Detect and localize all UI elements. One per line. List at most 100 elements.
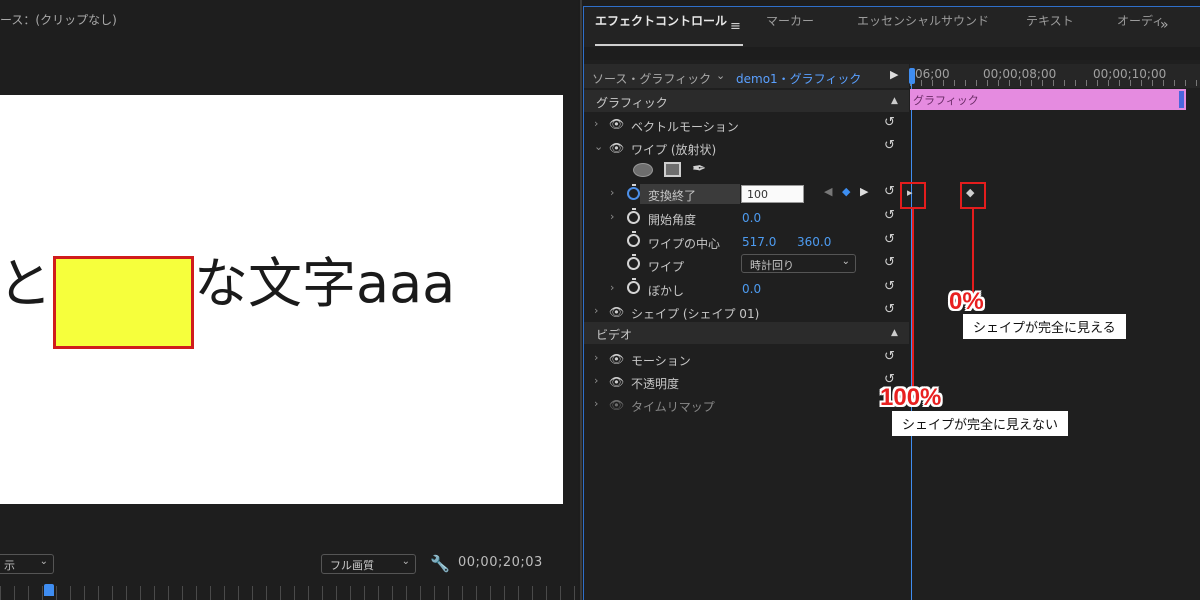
source-name[interactable]: ソース・グラフィック bbox=[592, 70, 711, 87]
effect-vector-motion-label: ベクトルモーション bbox=[631, 120, 739, 134]
effect-wipe-label: ワイプ (放射状) bbox=[631, 143, 717, 157]
wrench-icon[interactable]: 🔧 bbox=[430, 554, 450, 573]
pen-mask-icon[interactable]: ✒ bbox=[692, 159, 706, 179]
reset-icon[interactable]: ↺ bbox=[884, 115, 895, 130]
timeline-playhead[interactable] bbox=[909, 68, 915, 84]
annotation-line-0 bbox=[972, 209, 974, 293]
ruler-ticks bbox=[910, 80, 1200, 86]
display-select[interactable]: 示 ⌄ bbox=[0, 554, 54, 574]
reset-icon[interactable]: ↺ bbox=[884, 138, 895, 153]
canvas-text-before: と bbox=[0, 252, 52, 315]
wipe-center-y-value[interactable]: 360.0 bbox=[797, 235, 831, 249]
monitor-playhead[interactable] bbox=[44, 584, 54, 596]
panel-divider[interactable] bbox=[580, 0, 582, 600]
tab-markers[interactable]: マーカー bbox=[766, 12, 814, 29]
previous-keyframe-icon[interactable]: ◀ bbox=[824, 185, 832, 198]
chevron-right-icon[interactable]: › bbox=[610, 186, 614, 199]
stopwatch-icon[interactable] bbox=[627, 254, 640, 270]
param-wipe-center-label: ワイプの中心 bbox=[648, 237, 721, 251]
wipe-direction-value: 時計回り bbox=[750, 259, 794, 272]
param-transition-end-label: 変換終了 bbox=[648, 189, 697, 203]
chevron-right-icon[interactable]: › bbox=[610, 210, 614, 223]
clip-end-handle[interactable] bbox=[1179, 91, 1184, 108]
monitor-source-label: ース：(クリップなし) bbox=[0, 13, 117, 27]
stopwatch-icon[interactable] bbox=[627, 208, 640, 224]
stopwatch-icon[interactable] bbox=[627, 184, 640, 200]
eye-icon[interactable]: 👁 bbox=[609, 305, 624, 319]
stopwatch-icon[interactable] bbox=[627, 278, 640, 294]
tab-text[interactable]: テキスト bbox=[1026, 12, 1074, 29]
quality-select-value: フル画質 bbox=[330, 559, 374, 572]
section-video-title: ビデオ bbox=[596, 328, 633, 342]
effect-motion-label: モーション bbox=[631, 354, 691, 368]
quality-select[interactable]: フル画質 ⌄ bbox=[321, 554, 416, 574]
clip-bar-label: グラフィック bbox=[913, 94, 979, 107]
tab-effect-controls[interactable]: エフェクトコントロール bbox=[595, 12, 727, 29]
chevron-down-icon: ⌄ bbox=[401, 556, 410, 567]
tab-overflow-icon[interactable]: » bbox=[1160, 17, 1169, 33]
eye-icon[interactable]: 👁 bbox=[609, 117, 624, 131]
play-triangle-icon[interactable]: ▶ bbox=[890, 68, 898, 81]
wipe-direction-select[interactable]: 時計回り ⌄ bbox=[741, 254, 856, 273]
collapse-up-icon[interactable]: ▲ bbox=[891, 96, 898, 106]
add-keyframe-icon[interactable]: ◆ bbox=[842, 185, 850, 198]
reset-icon[interactable]: ↺ bbox=[884, 184, 895, 199]
clip-name[interactable]: demo1・グラフィック bbox=[736, 70, 861, 87]
section-video[interactable] bbox=[584, 322, 909, 344]
canvas-text-after: な文字aaa bbox=[194, 252, 456, 315]
wipe-center-x-value[interactable]: 517.0 bbox=[742, 235, 776, 249]
chevron-right-icon[interactable]: › bbox=[610, 281, 614, 294]
annotation-note-0: シェイプが完全に見える bbox=[963, 314, 1126, 339]
panel-menu-icon[interactable]: ≡ bbox=[730, 19, 741, 34]
reset-icon[interactable]: ↺ bbox=[884, 302, 895, 317]
annotation-box-keyframe-0 bbox=[960, 182, 986, 209]
ruler-label: 06;00 bbox=[915, 67, 950, 81]
eye-icon[interactable]: 👁 bbox=[609, 375, 624, 389]
reset-icon[interactable]: ↺ bbox=[884, 279, 895, 294]
playhead-timecode[interactable]: 00;00;20;03 bbox=[458, 555, 543, 570]
chevron-right-icon[interactable]: › bbox=[594, 117, 598, 130]
param-feather-label: ぼかし bbox=[648, 284, 685, 298]
annotation-pct-0: 0% bbox=[949, 288, 984, 315]
chevron-right-icon[interactable]: › bbox=[594, 397, 598, 410]
annotation-box-keyframe-100 bbox=[900, 182, 926, 209]
effect-opacity-label: 不透明度 bbox=[631, 377, 680, 391]
chevron-down-icon: ⌄ bbox=[841, 256, 850, 267]
active-tab-indicator bbox=[595, 44, 743, 46]
tab-essential-sound[interactable]: エッセンシャルサウンド bbox=[857, 12, 989, 29]
section-graphic-title: グラフィック bbox=[596, 96, 668, 110]
annotation-note-100: シェイプが完全に見えない bbox=[892, 411, 1069, 436]
feather-value[interactable]: 0.0 bbox=[742, 282, 761, 296]
rectangle-mask-icon[interactable] bbox=[664, 162, 681, 177]
ruler-label: 00;00;08;00 bbox=[983, 67, 1057, 81]
chevron-right-icon[interactable]: › bbox=[594, 374, 598, 387]
collapse-up-icon[interactable]: ▲ bbox=[891, 328, 898, 338]
chevron-right-icon[interactable]: › bbox=[594, 304, 598, 317]
chevron-right-icon[interactable]: › bbox=[594, 351, 598, 364]
transition-end-input[interactable]: 100 bbox=[741, 185, 804, 203]
chevron-down-icon[interactable]: ⌄ bbox=[594, 140, 603, 153]
wipe-shape-highlight[interactable] bbox=[53, 256, 194, 349]
annotation-line-100 bbox=[912, 209, 914, 387]
eye-icon[interactable]: 👁 bbox=[609, 141, 624, 155]
tab-audio[interactable]: オーディ bbox=[1117, 12, 1164, 29]
reset-icon[interactable]: ↺ bbox=[884, 255, 895, 270]
ruler-label: 00;00;10;00 bbox=[1093, 67, 1167, 81]
eye-icon[interactable]: 👁 bbox=[609, 352, 624, 366]
reset-icon[interactable]: ↺ bbox=[884, 349, 895, 364]
reset-icon[interactable]: ↺ bbox=[884, 208, 895, 223]
eye-icon: 👁 bbox=[609, 398, 625, 412]
stopwatch-icon[interactable] bbox=[627, 231, 640, 247]
param-start-angle-label: 開始角度 bbox=[648, 213, 697, 227]
next-keyframe-icon[interactable]: ▶ bbox=[860, 185, 868, 198]
chevron-down-icon[interactable]: ⌄ bbox=[716, 69, 725, 82]
effect-time-remap-label: タイムリマップ bbox=[631, 400, 715, 414]
display-select-value: 示 bbox=[4, 559, 15, 572]
annotation-pct-100: 100% bbox=[880, 384, 942, 411]
start-angle-value[interactable]: 0.0 bbox=[742, 211, 761, 225]
reset-icon[interactable]: ↺ bbox=[884, 232, 895, 247]
chevron-down-icon: ⌄ bbox=[39, 556, 48, 567]
monitor-scrubber[interactable] bbox=[0, 586, 578, 600]
effect-shape-label: シェイプ (シェイプ 01) bbox=[631, 307, 760, 321]
ellipse-mask-icon[interactable] bbox=[633, 163, 653, 177]
